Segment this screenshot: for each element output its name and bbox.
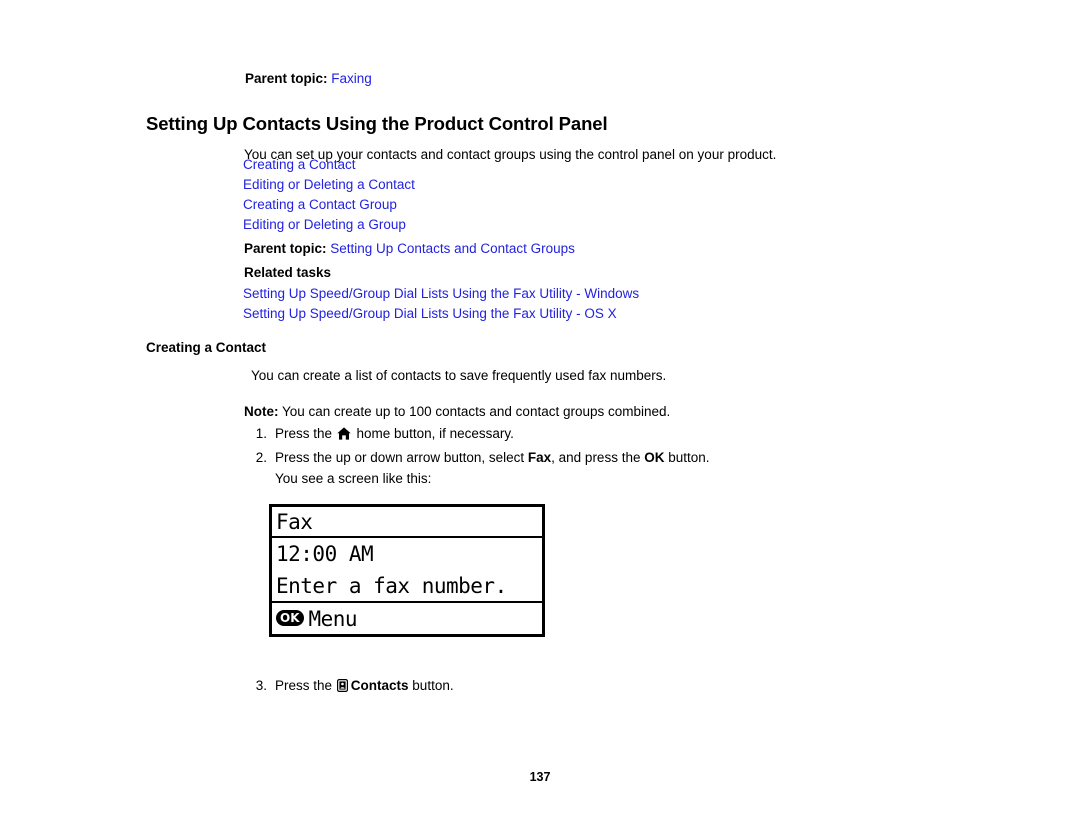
related-tasks-link-list: Setting Up Speed/Group Dial Lists Using … — [243, 284, 639, 324]
step-3-number: 3. — [255, 678, 267, 693]
step-1-text-after: home button, if necessary. — [352, 426, 514, 441]
parent-topic-label: Parent topic: — [245, 71, 328, 86]
note-block: Note: You can create up to 100 contacts … — [244, 403, 670, 421]
parent-topic-bottom-label: Parent topic: — [244, 241, 327, 256]
parent-topic-link-setting-up-contacts[interactable]: Setting Up Contacts and Contact Groups — [330, 241, 575, 256]
lcd-menu-row: OK Menu — [272, 603, 542, 634]
lcd-menu-label: Menu — [308, 606, 358, 631]
step-2-substep: You see a screen like this: — [275, 471, 432, 486]
page-number: 137 — [529, 770, 551, 784]
lcd-time-row: 12:00 AM — [272, 538, 542, 570]
parent-topic-link-faxing[interactable]: Faxing — [331, 71, 372, 86]
subtopic-link-creating-a-contact[interactable]: Creating a Contact — [243, 155, 415, 175]
step-3: 3. Press the Contacts button. — [245, 677, 454, 695]
subtopic-link-creating-a-contact-group[interactable]: Creating a Contact Group — [243, 195, 415, 215]
lcd-screen-figure: Fax 12:00 AM Enter a fax number. OK Menu — [269, 504, 545, 637]
section-heading-creating-a-contact: Creating a Contact — [146, 340, 267, 356]
parent-topic-bottom: Parent topic: Setting Up Contacts and Co… — [244, 240, 575, 258]
step-1-body: Press the home button, if necessary. — [275, 425, 514, 443]
step-2-text-after: button. — [664, 450, 710, 465]
step-3-body: Press the Contacts button. — [275, 677, 454, 695]
lcd-ok-badge: OK — [276, 609, 304, 626]
related-link-fax-utility-windows[interactable]: Setting Up Speed/Group Dial Lists Using … — [243, 284, 639, 304]
lcd-title-row: Fax — [272, 507, 542, 538]
step-2-text-middle: , and press the — [551, 450, 645, 465]
step-3-bold-contacts: Contacts — [350, 678, 409, 693]
step-3-text-after: button. — [408, 678, 454, 693]
step-2-number: 2. — [255, 450, 267, 465]
home-icon — [337, 427, 351, 440]
note-text: You can create up to 100 contacts and co… — [278, 403, 671, 419]
subtopic-link-editing-or-deleting-a-contact[interactable]: Editing or Deleting a Contact — [243, 175, 415, 195]
lcd-message-row: Enter a fax number. — [272, 570, 542, 603]
lcd-time-text: 12:00 AM — [276, 542, 374, 566]
step-2-text-before: Press the up or down arrow button, selec… — [275, 450, 528, 465]
step-2-bold-fax: Fax — [527, 450, 552, 465]
contacts-icon — [336, 679, 348, 693]
related-link-fax-utility-osx[interactable]: Setting Up Speed/Group Dial Lists Using … — [243, 304, 639, 324]
step-2: 2. Press the up or down arrow button, se… — [245, 449, 710, 467]
lcd-message-text: Enter a fax number. — [276, 573, 507, 598]
related-tasks-heading: Related tasks — [244, 265, 332, 280]
lcd-title-text: Fax — [276, 509, 313, 534]
subtopic-link-list: Creating a Contact Editing or Deleting a… — [243, 155, 415, 235]
note-label: Note: — [244, 403, 279, 419]
page-title: Setting Up Contacts Using the Product Co… — [146, 113, 608, 135]
document-page: Parent topic: Faxing Setting Up Contacts… — [0, 0, 1080, 834]
step-1-text-before: Press the — [275, 426, 336, 441]
section-paragraph: You can create a list of contacts to sav… — [251, 367, 667, 383]
parent-topic-top: Parent topic: Faxing — [245, 70, 372, 88]
step-2-bold-ok: OK — [644, 450, 665, 465]
step-2-body: Press the up or down arrow button, selec… — [275, 449, 710, 467]
step-1-number: 1. — [255, 426, 267, 441]
step-3-text-before: Press the — [275, 678, 336, 693]
subtopic-link-editing-or-deleting-a-group[interactable]: Editing or Deleting a Group — [243, 215, 415, 235]
step-1: 1. Press the home button, if necessary. — [245, 425, 514, 443]
